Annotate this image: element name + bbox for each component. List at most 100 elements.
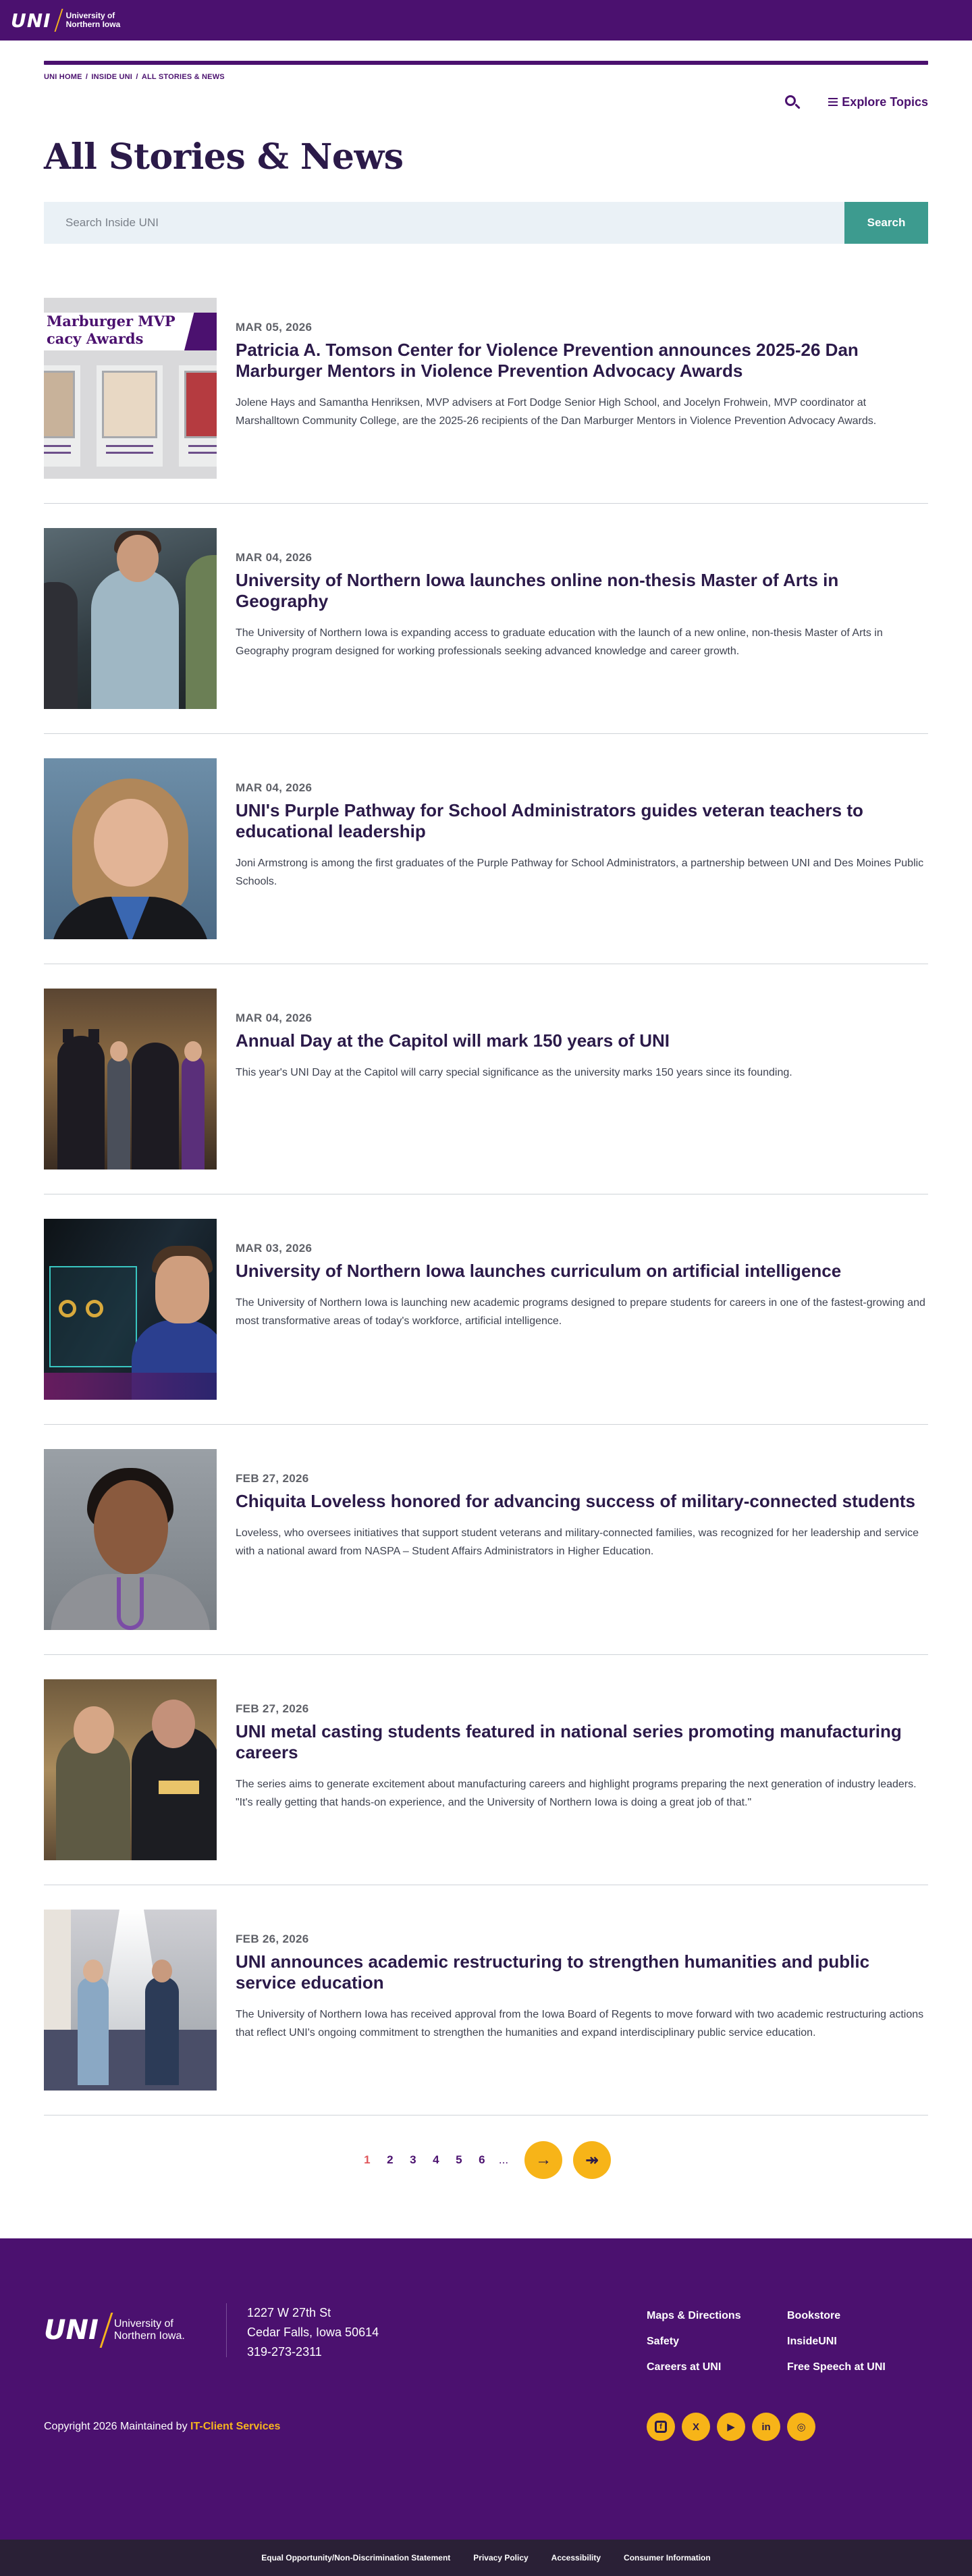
story-item: FEB 27, 2026 Chiquita Loveless honored f… bbox=[44, 1449, 928, 1655]
breadcrumb-all-stories[interactable]: ALL STORIES & NEWS bbox=[142, 73, 225, 81]
instagram-glyph: ◎ bbox=[796, 2421, 806, 2433]
story-date: MAR 03, 2026 bbox=[236, 1242, 313, 1255]
story-date: MAR 04, 2026 bbox=[236, 551, 313, 564]
page-link-2[interactable]: 2 bbox=[384, 2153, 396, 2167]
story-thumbnail[interactable] bbox=[44, 1679, 217, 1860]
search-icon[interactable] bbox=[782, 93, 801, 111]
pagination: 1 2 3 4 5 6 ... → ↠ bbox=[44, 2140, 928, 2180]
story-item: MAR 04, 2026 University of Northern Iowa… bbox=[44, 528, 928, 734]
page-link-1[interactable]: 1 bbox=[361, 2153, 373, 2167]
explore-topics-button[interactable]: Explore Topics bbox=[828, 95, 928, 109]
story-headline-link[interactable]: University of Northern Iowa launches onl… bbox=[236, 570, 928, 612]
address-phone[interactable]: 319-273-2311 bbox=[247, 2342, 379, 2362]
next-page-button[interactable]: → bbox=[524, 2141, 563, 2179]
site-footer: UNI University of Northern Iowa. 1227 W … bbox=[0, 2238, 972, 2540]
story-item: FEB 27, 2026 UNI metal casting students … bbox=[44, 1679, 928, 1885]
story-thumbnail[interactable] bbox=[44, 1449, 217, 1630]
main-content: UNI HOME / INSIDE UNI / ALL STORIES & NE… bbox=[44, 61, 928, 2180]
logo-line-2: Northern Iowa bbox=[65, 20, 121, 29]
story-item: MAR 04, 2026 UNI's Purple Pathway for Sc… bbox=[44, 758, 928, 964]
footer-logo-line-1: University of bbox=[113, 2318, 173, 2330]
legal-link-consumer-info[interactable]: Consumer Information bbox=[624, 2553, 711, 2562]
search-form: Search bbox=[44, 202, 928, 244]
footer-link-bookstore[interactable]: Bookstore bbox=[787, 2307, 922, 2324]
copyright-text: Copyright 2026 Maintained by bbox=[44, 2421, 191, 2432]
page-link-4[interactable]: 4 bbox=[430, 2153, 442, 2167]
story-date: FEB 27, 2026 bbox=[236, 1702, 309, 1715]
story-thumbnail[interactable] bbox=[44, 1219, 217, 1400]
page-link-3[interactable]: 3 bbox=[407, 2153, 419, 2167]
explore-topics-label: Explore Topics bbox=[842, 95, 928, 109]
story-thumbnail[interactable] bbox=[44, 528, 217, 709]
youtube-icon[interactable]: ▶ bbox=[717, 2413, 745, 2441]
footer-logo[interactable]: UNI University of Northern Iowa. bbox=[44, 2313, 185, 2348]
footer-divider bbox=[226, 2303, 227, 2357]
story-item: FEB 26, 2026 UNI announces academic rest… bbox=[44, 1910, 928, 2115]
uni-logo[interactable]: UNI University of Northern Iowa bbox=[11, 9, 120, 32]
story-headline-link[interactable]: UNI's Purple Pathway for School Administ… bbox=[236, 800, 928, 842]
page-title: All Stories & News bbox=[44, 136, 404, 178]
story-thumbnail[interactable] bbox=[44, 1910, 217, 2091]
breadcrumb-inside-uni[interactable]: INSIDE UNI bbox=[91, 73, 132, 81]
breadcrumb-uni-home[interactable]: UNI HOME bbox=[44, 73, 82, 81]
logo-divider bbox=[54, 9, 63, 32]
legal-link-equal-opportunity[interactable]: Equal Opportunity/Non-Discrimination Sta… bbox=[261, 2553, 450, 2562]
story-item: MAR 04, 2026 Annual Day at the Capitol w… bbox=[44, 989, 928, 1194]
story-summary: The University of Northern Iowa is launc… bbox=[236, 1297, 925, 1327]
story-summary: Jolene Hays and Samantha Henriksen, MVP … bbox=[236, 397, 877, 427]
story-headline-link[interactable]: Chiquita Loveless honored for advancing … bbox=[236, 1491, 928, 1512]
story-headline-link[interactable]: Annual Day at the Capitol will mark 150 … bbox=[236, 1030, 928, 1051]
footer-link-maps[interactable]: Maps & Directions bbox=[647, 2307, 787, 2324]
breadcrumb-separator: / bbox=[134, 73, 140, 81]
address-street: 1227 W 27th St bbox=[247, 2306, 331, 2319]
story-date: FEB 26, 2026 bbox=[236, 1933, 309, 1945]
story-date: MAR 04, 2026 bbox=[236, 1011, 313, 1024]
youtube-glyph: ▶ bbox=[727, 2421, 735, 2433]
story-item: Marburger MVP cacy Awards MAR 05, 2026 Pa… bbox=[44, 298, 928, 504]
footer-logo-mark: UNI bbox=[44, 2315, 99, 2346]
footer-link-insideuni[interactable]: InsideUNI bbox=[787, 2333, 922, 2350]
utility-row: Explore Topics bbox=[44, 92, 928, 112]
instagram-icon[interactable]: ◎ bbox=[787, 2413, 815, 2441]
it-client-services-link[interactable]: IT-Client Services bbox=[190, 2421, 280, 2432]
copyright: Copyright 2026 Maintained by IT-Client S… bbox=[44, 2421, 280, 2433]
hamburger-icon bbox=[828, 96, 838, 108]
breadcrumb-separator: / bbox=[83, 73, 90, 81]
search-button[interactable]: Search bbox=[844, 202, 928, 244]
legal-link-privacy[interactable]: Privacy Policy bbox=[473, 2553, 528, 2562]
story-headline-link[interactable]: UNI announces academic restructuring to … bbox=[236, 1951, 928, 1993]
footer-link-safety[interactable]: Safety bbox=[647, 2333, 787, 2350]
story-headline-link[interactable]: UNI metal casting students featured in n… bbox=[236, 1721, 928, 1763]
facebook-icon[interactable]: f bbox=[647, 2413, 675, 2441]
logo-wordmark: University of Northern Iowa bbox=[66, 11, 121, 29]
page-link-6[interactable]: 6 bbox=[476, 2153, 488, 2167]
address-city: Cedar Falls, Iowa 50614 bbox=[247, 2325, 379, 2339]
page-ellipsis: ... bbox=[498, 2153, 509, 2166]
story-thumbnail[interactable]: Marburger MVP cacy Awards bbox=[44, 298, 217, 479]
story-summary: The University of Northern Iowa is expan… bbox=[236, 627, 883, 657]
facebook-glyph: f bbox=[655, 2421, 667, 2433]
story-date: FEB 27, 2026 bbox=[236, 1472, 309, 1485]
thumbnail-banner-text: Marburger MVP cacy Awards bbox=[47, 313, 176, 347]
last-page-button[interactable]: ↠ bbox=[573, 2141, 612, 2179]
footer-link-free-speech[interactable]: Free Speech at UNI bbox=[787, 2359, 922, 2375]
story-headline-link[interactable]: Patricia A. Tomson Center for Violence P… bbox=[236, 340, 928, 382]
story-headline-link[interactable]: University of Northern Iowa launches cur… bbox=[236, 1261, 928, 1282]
story-thumbnail[interactable] bbox=[44, 758, 217, 939]
search-input[interactable] bbox=[44, 202, 844, 244]
x-icon[interactable]: X bbox=[682, 2413, 710, 2441]
linkedin-icon[interactable]: in bbox=[752, 2413, 780, 2441]
story-list: Marburger MVP cacy Awards MAR 05, 2026 Pa… bbox=[44, 298, 928, 2115]
footer-logo-divider bbox=[99, 2313, 113, 2348]
story-summary: Joni Armstrong is among the first gradua… bbox=[236, 858, 924, 887]
breadcrumb: UNI HOME / INSIDE UNI / ALL STORIES & NE… bbox=[44, 73, 928, 81]
linkedin-glyph: in bbox=[761, 2421, 771, 2433]
footer-logo-line-2: Northern Iowa. bbox=[113, 2330, 185, 2342]
social-links: f X ▶ in ◎ bbox=[647, 2413, 815, 2441]
page-link-5[interactable]: 5 bbox=[453, 2153, 465, 2167]
top-bar: UNI University of Northern Iowa bbox=[0, 0, 972, 41]
legal-link-accessibility[interactable]: Accessibility bbox=[551, 2553, 601, 2562]
story-thumbnail[interactable] bbox=[44, 989, 217, 1169]
story-summary: The University of Northern Iowa has rece… bbox=[236, 2009, 924, 2039]
footer-link-careers[interactable]: Careers at UNI bbox=[647, 2359, 787, 2375]
